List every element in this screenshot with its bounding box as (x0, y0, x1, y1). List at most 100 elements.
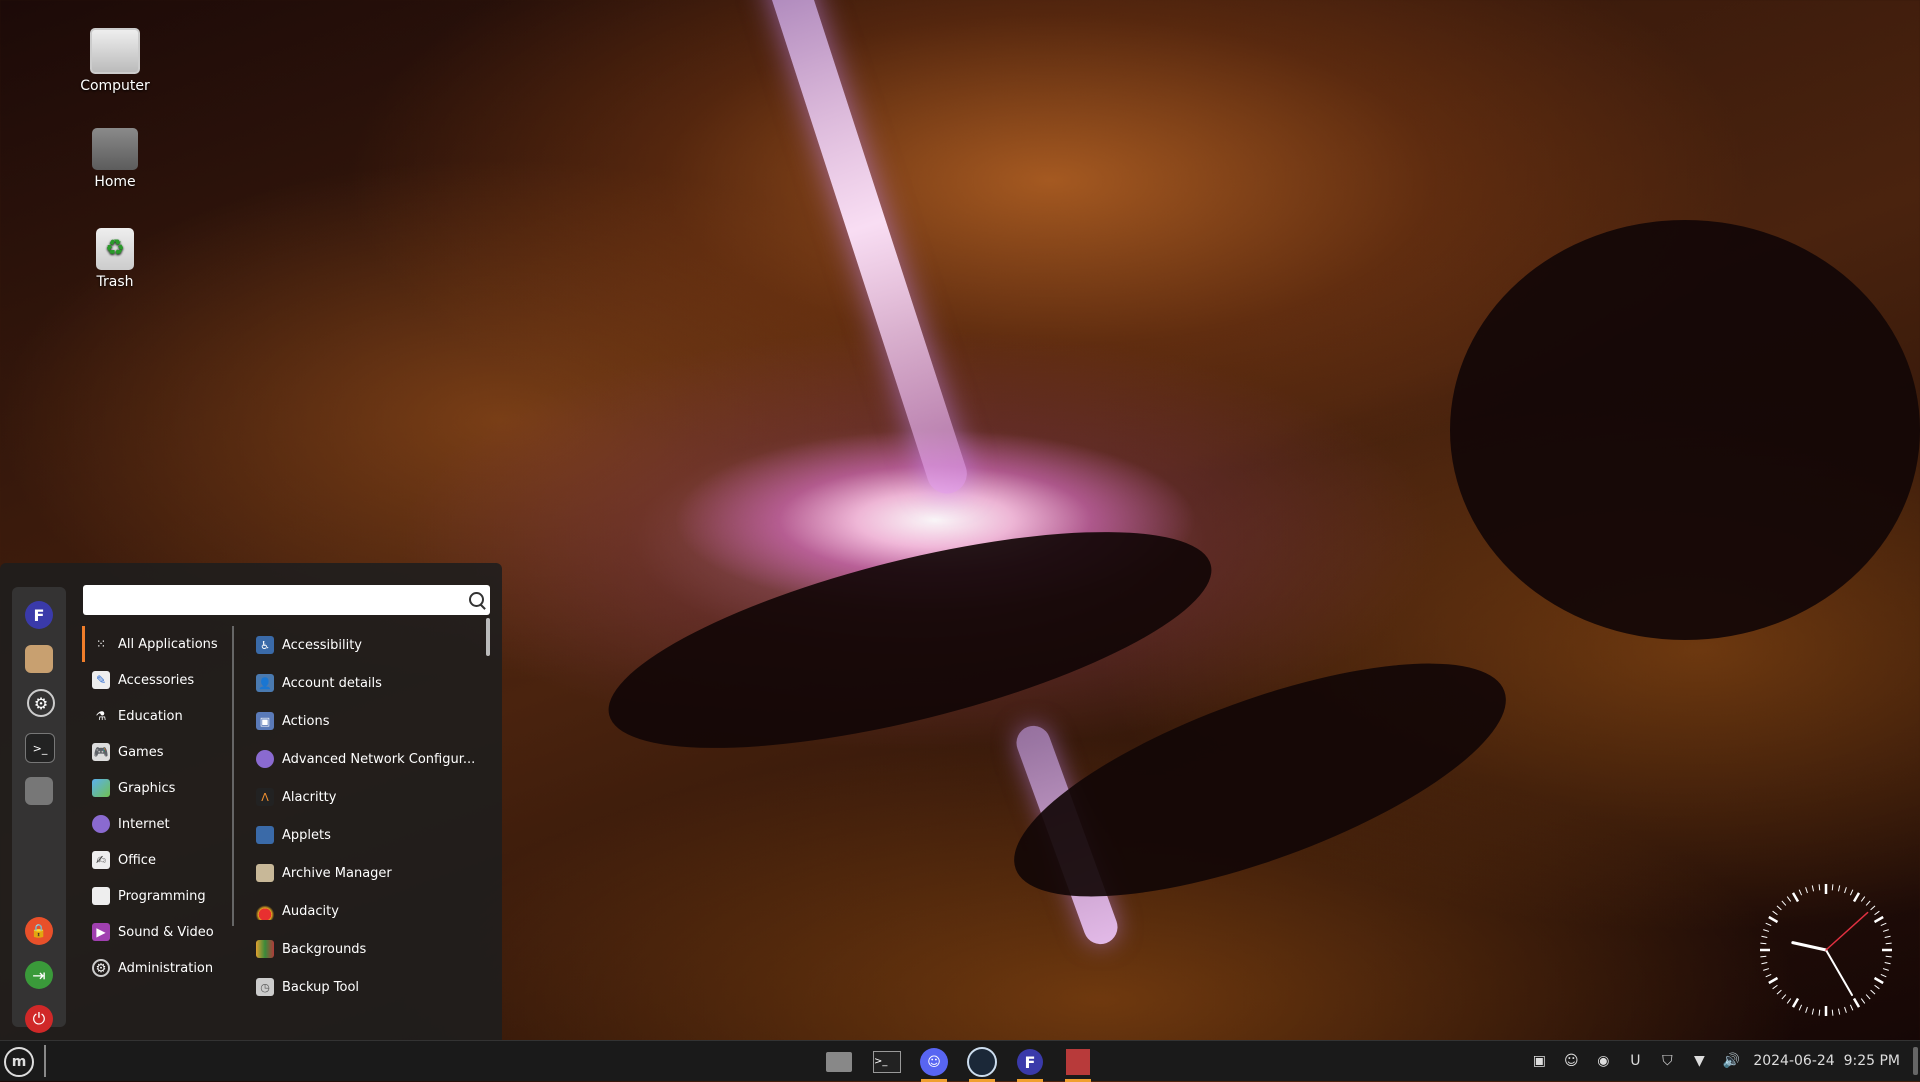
app-advanced-network[interactable]: Advanced Network Configur... (246, 740, 478, 778)
app-archive-manager[interactable]: Archive Manager (246, 854, 478, 892)
app-accessibility[interactable]: ♿ Accessibility (246, 626, 478, 664)
clock-tick (1849, 1004, 1854, 1011)
clock-tick (1844, 1006, 1847, 1013)
favorite-app-icon[interactable]: F (25, 601, 53, 629)
app-label: Archive Manager (282, 865, 392, 881)
app-applets[interactable]: Applets (246, 816, 478, 854)
taskbar-discord-icon[interactable]: ☺ (917, 1046, 951, 1082)
gamepad-icon: 🎮 (92, 743, 110, 761)
category-list: ⁙ All Applications ✎ Accessories ⚗ Educa… (82, 626, 234, 986)
category-graphics[interactable]: Graphics (82, 770, 234, 806)
clock-tick (1849, 889, 1854, 896)
discord-tray-icon[interactable]: ☺ (1562, 1052, 1580, 1070)
desktop-icon-label: Computer (80, 78, 150, 94)
favorite-settings-icon[interactable]: ⚙ (27, 689, 55, 717)
clock-tick (1761, 961, 1768, 965)
clock-tick (1874, 910, 1880, 916)
clock-tick (1885, 955, 1892, 958)
category-office[interactable]: ✍ Office (82, 842, 234, 878)
steam-tray-icon[interactable]: ◉ (1594, 1052, 1612, 1070)
clock-tick (1760, 942, 1767, 945)
clock-minute-hand (1825, 949, 1853, 997)
desktop-icon-home[interactable]: Home (70, 128, 160, 190)
favorite-files-icon[interactable] (25, 777, 53, 805)
logout-icon[interactable]: ⇥ (25, 961, 53, 989)
clock-tick (1874, 984, 1880, 990)
datetime[interactable]: 2024-06-24 9:25 PM (1753, 1053, 1900, 1069)
taskbar-terminal-icon[interactable]: >_ (870, 1046, 904, 1078)
menu-divider (232, 626, 234, 926)
category-label: Education (118, 708, 183, 724)
clock-tick (1818, 1009, 1821, 1016)
clock-second-hand (1825, 911, 1869, 951)
taskbar-steam-icon[interactable] (965, 1046, 999, 1082)
category-programming[interactable]: Programming (82, 878, 234, 914)
category-internet[interactable]: Internet (82, 806, 234, 842)
office-icon: ✍ (92, 851, 110, 869)
category-label: All Applications (118, 636, 218, 652)
start-menu-button[interactable]: m (4, 1047, 34, 1077)
magnet-icon[interactable]: U (1626, 1052, 1644, 1070)
category-accessories[interactable]: ✎ Accessories (82, 662, 234, 698)
taskbar-separator (44, 1045, 46, 1077)
app-audacity[interactable]: Audacity (246, 892, 478, 930)
clock-tick (1882, 929, 1889, 932)
show-desktop-button[interactable] (1913, 1047, 1918, 1075)
clock-tick (1760, 955, 1767, 958)
taskbar-editor-icon[interactable] (1061, 1046, 1095, 1082)
play-icon: ▶ (92, 923, 110, 941)
app-label: Advanced Network Configur... (282, 751, 476, 767)
clock-tick (1860, 896, 1866, 902)
clock-tick (1791, 997, 1800, 1008)
app-label: Backgrounds (282, 941, 367, 957)
app-list-scrollbar[interactable] (486, 618, 490, 656)
category-administration[interactable]: ⚙ Administration (82, 950, 234, 986)
favorite-terminal-icon[interactable]: >_ (25, 733, 55, 763)
clock-tick (1837, 885, 1841, 892)
clock-tick (1761, 935, 1768, 939)
category-games[interactable]: 🎮 Games (82, 734, 234, 770)
desktop-icon-computer[interactable]: Computer (70, 28, 160, 94)
desktop-icon-label: Home (94, 174, 136, 190)
taskbar: m >_ ☺ F ▣ ☺ ◉ U ⛉ ▼ 🔊 2024-06-24 9:25 P… (0, 1040, 1920, 1082)
clock-tick (1786, 998, 1792, 1004)
clock-tick (1798, 889, 1803, 896)
application-menu: F ⚙ >_ 🔒 ⇥ ⏻ ⁙ All Applications ✎ Access… (0, 563, 502, 1040)
clock-tick (1870, 905, 1876, 911)
clock-tick (1852, 997, 1861, 1008)
desktop-icon-trash[interactable]: ♻ Trash (70, 228, 160, 290)
clock-tick (1772, 910, 1778, 916)
clock-tick (1880, 922, 1887, 927)
category-all-applications[interactable]: ⁙ All Applications (82, 626, 234, 662)
app-label: Alacritty (282, 789, 337, 805)
power-icon[interactable]: ⏻ (25, 1005, 53, 1033)
clock-tick (1880, 973, 1887, 978)
clock-tick (1870, 989, 1876, 995)
lock-icon[interactable]: 🔒 (25, 917, 53, 945)
category-sound-video[interactable]: ▶ Sound & Video (82, 914, 234, 950)
shield-icon[interactable]: ⛉ (1658, 1052, 1676, 1070)
app-label: Accessibility (282, 637, 362, 653)
clock-tick (1865, 900, 1871, 906)
clock-hour-hand (1791, 941, 1828, 952)
app-actions[interactable]: ▣ Actions (246, 702, 478, 740)
search-input[interactable] (83, 585, 490, 615)
clock-tick (1776, 905, 1782, 911)
category-education[interactable]: ⚗ Education (82, 698, 234, 734)
app-alacritty[interactable]: Λ Alacritty (246, 778, 478, 816)
wifi-icon[interactable]: ▼ (1690, 1052, 1708, 1070)
clock-tick (1882, 968, 1889, 971)
clock-tick (1763, 929, 1770, 932)
app-account-details[interactable]: 👤 Account details (246, 664, 478, 702)
taskbar-files-icon[interactable] (822, 1046, 856, 1078)
app-backgrounds[interactable]: Backgrounds (246, 930, 478, 968)
favorite-package-manager-icon[interactable] (25, 645, 53, 673)
clock-tick (1831, 884, 1834, 891)
category-label: Office (118, 852, 156, 868)
volume-icon[interactable]: 🔊 (1722, 1052, 1740, 1070)
app-backup-tool[interactable]: ◷ Backup Tool (246, 968, 478, 1006)
taskbar-app-icon[interactable]: F (1013, 1046, 1047, 1082)
wallpaper-shadow (1450, 220, 1920, 640)
screenshot-icon[interactable]: ▣ (1530, 1052, 1548, 1070)
app-label: Applets (282, 827, 331, 843)
